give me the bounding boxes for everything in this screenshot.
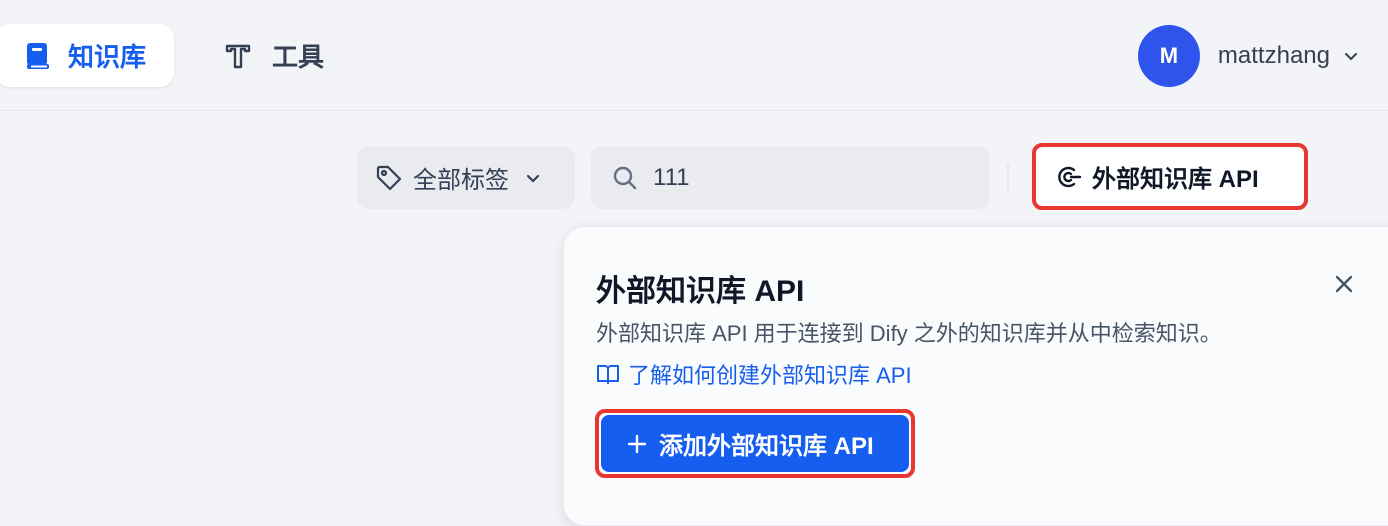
search-input[interactable] bbox=[653, 163, 953, 192]
book-icon bbox=[22, 40, 54, 72]
chevron-down-icon bbox=[1345, 53, 1357, 61]
api-connection-icon bbox=[1058, 166, 1082, 187]
tab-knowledge[interactable]: 知识库 bbox=[0, 24, 174, 87]
external-api-button[interactable]: 外部知识库 API bbox=[1036, 147, 1304, 206]
tools-icon bbox=[222, 40, 254, 72]
add-external-api-label: 添加外部知识库 API bbox=[659, 433, 874, 460]
add-external-api-button[interactable]: 添加外部知识库 API bbox=[601, 415, 909, 472]
chevron-down-icon bbox=[526, 174, 540, 183]
tab-knowledge-label: 知识库 bbox=[68, 42, 147, 72]
avatar: M bbox=[1137, 25, 1200, 87]
tag-filter-label: 全部标签 bbox=[413, 167, 509, 194]
tag-icon bbox=[376, 165, 402, 190]
tab-tools[interactable]: 工具 bbox=[222, 24, 324, 87]
top-nav: 知识库 工具 M mattzhang bbox=[0, 0, 1388, 111]
close-icon[interactable] bbox=[1331, 271, 1357, 297]
learn-more-link[interactable]: 了解如何创建外部知识库 API bbox=[596, 358, 912, 390]
tag-filter[interactable]: 全部标签 bbox=[357, 146, 575, 209]
toolbar-divider bbox=[1007, 163, 1009, 193]
panel-description: 外部知识库 API 用于连接到 Dify 之外的知识库并从中检索知识。 bbox=[596, 321, 1222, 346]
search-icon bbox=[613, 166, 637, 189]
search-box[interactable] bbox=[591, 146, 990, 209]
plus-icon bbox=[627, 434, 647, 453]
external-api-button-label: 外部知识库 API bbox=[1092, 166, 1259, 193]
username: mattzhang bbox=[1217, 42, 1330, 69]
panel-title: 外部知识库 API bbox=[596, 275, 805, 308]
tab-tools-label: 工具 bbox=[272, 42, 325, 72]
learn-more-label: 了解如何创建外部知识库 API bbox=[628, 363, 912, 388]
open-book-icon bbox=[597, 365, 619, 384]
user-menu[interactable]: M mattzhang bbox=[1137, 24, 1360, 88]
